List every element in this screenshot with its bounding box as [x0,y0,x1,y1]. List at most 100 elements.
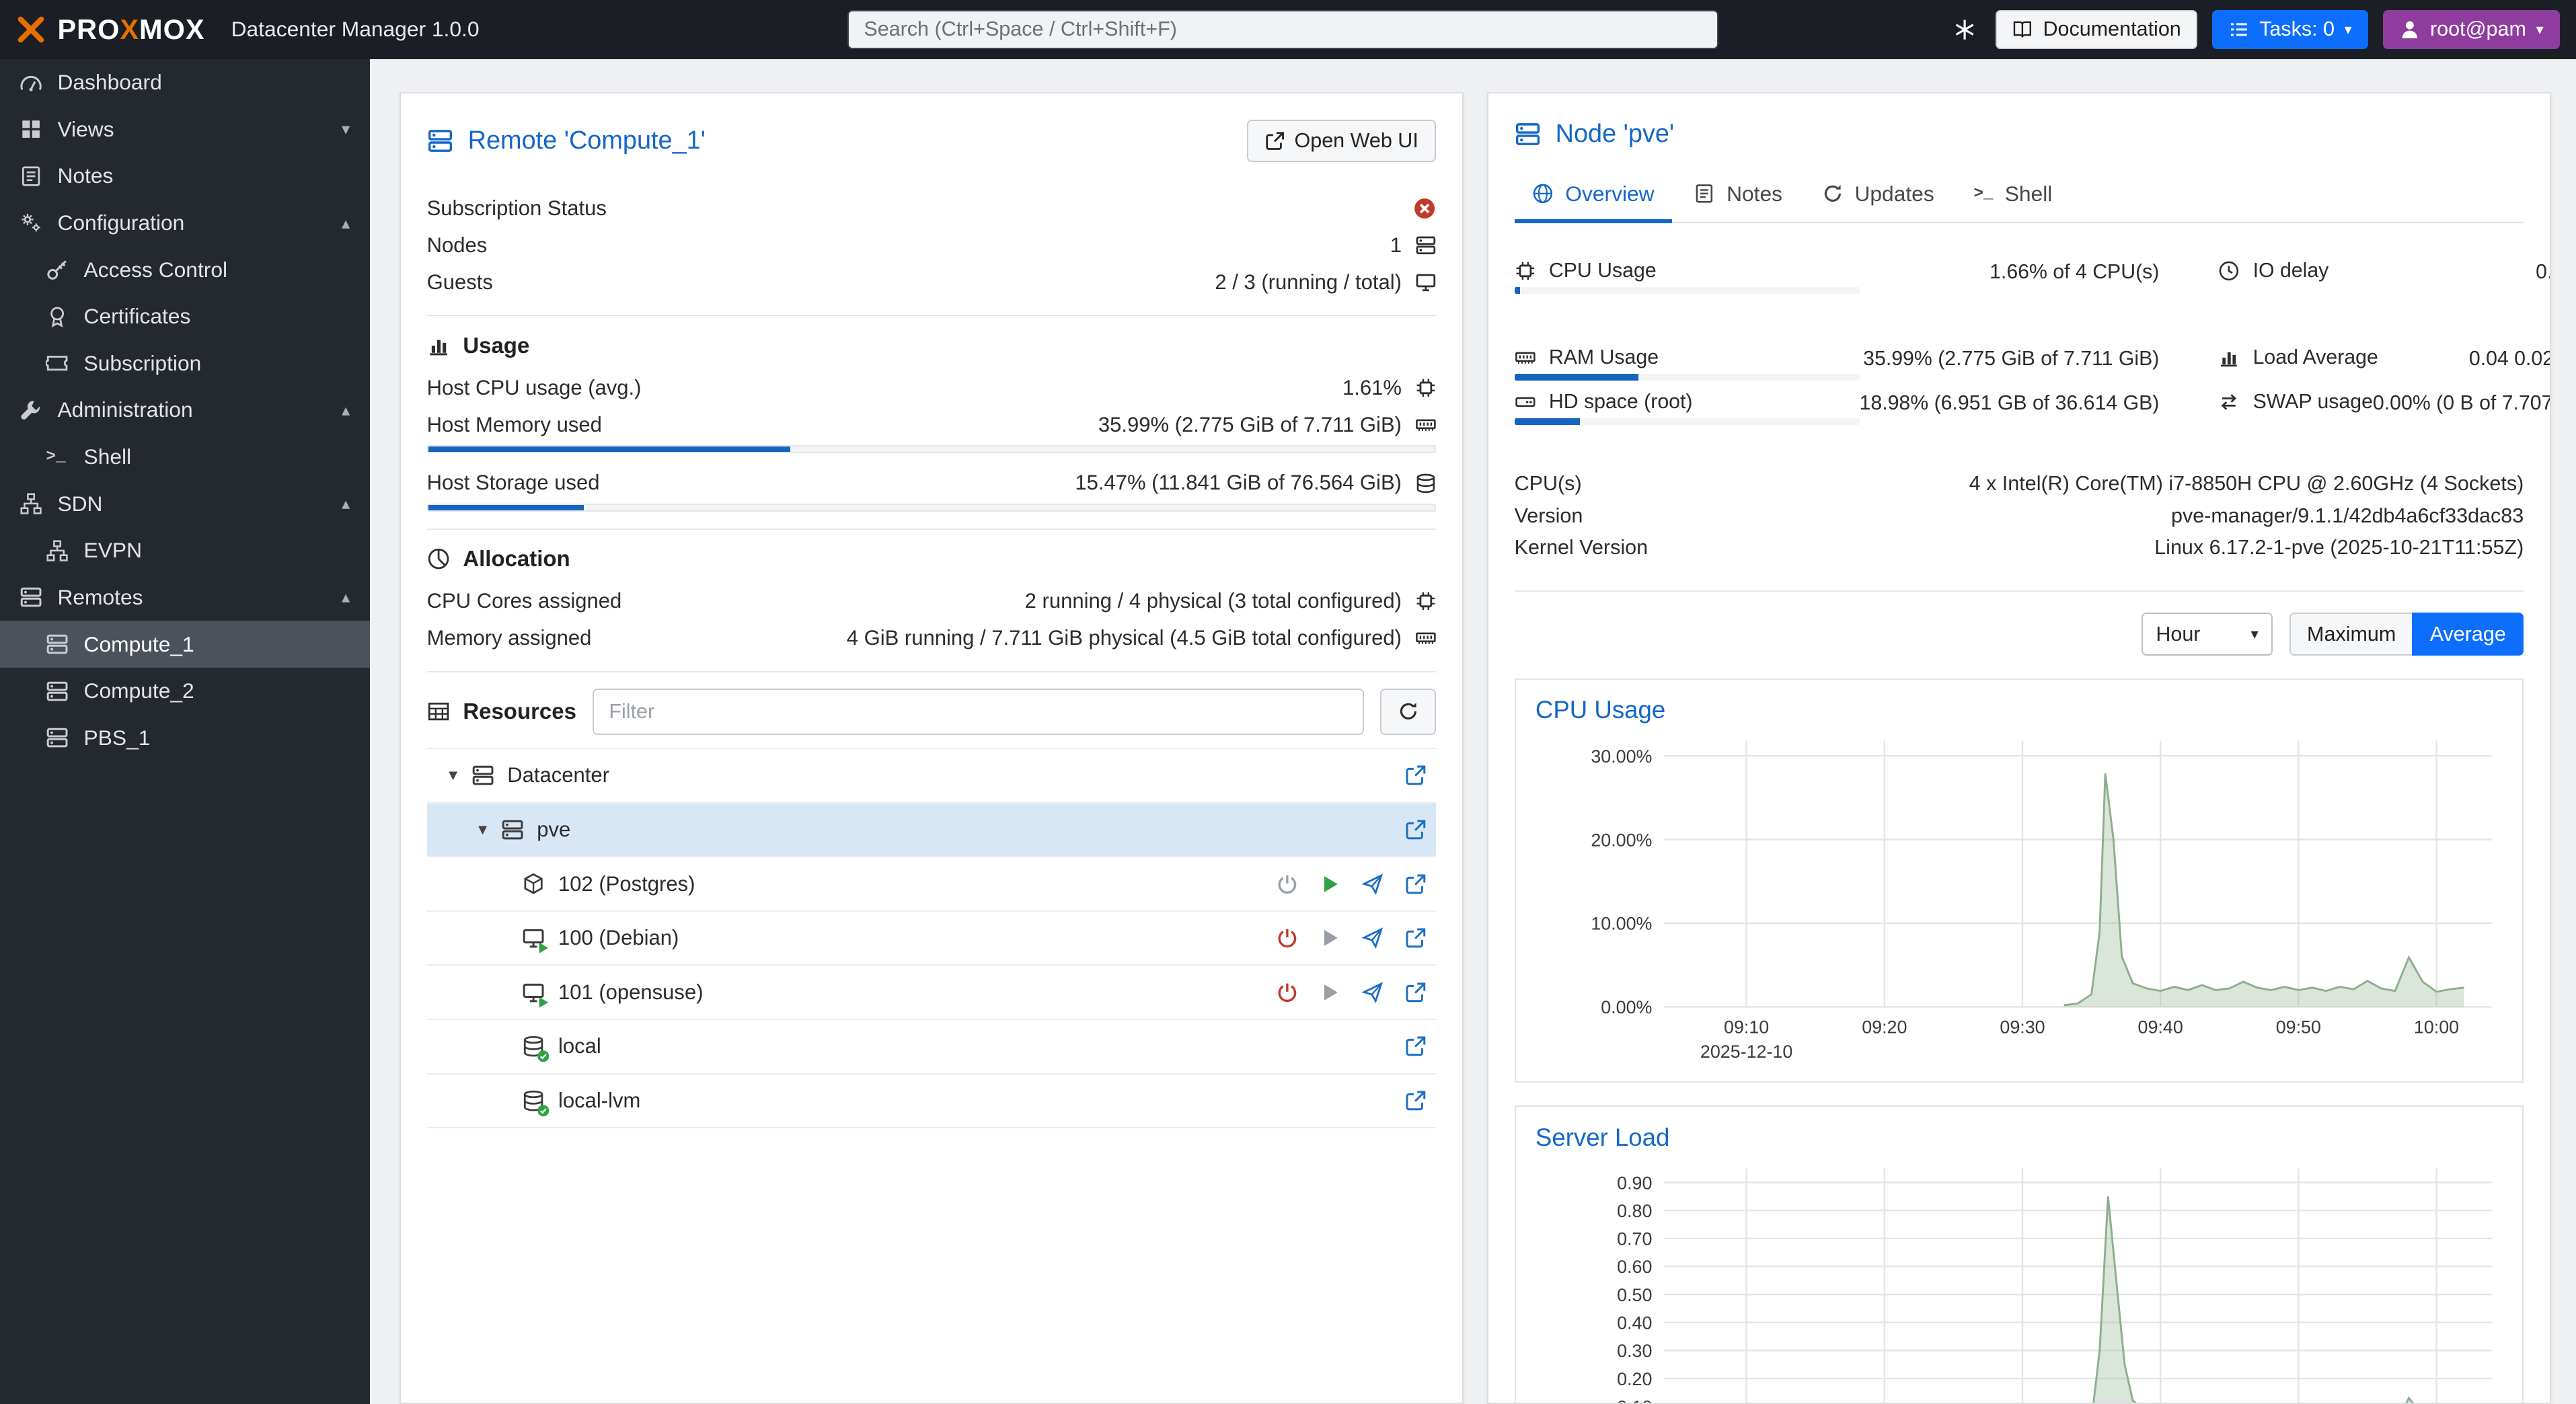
global-search [847,10,1718,50]
sidebar-item-administration[interactable]: Administration ▴ [0,387,370,434]
sidebar-item-remotes[interactable]: Remotes ▴ [0,574,370,621]
external-link-icon[interactable] [1405,765,1427,786]
external-link-icon[interactable] [1405,1036,1427,1057]
external-link-icon [1265,131,1285,151]
open-web-ui-button[interactable]: Open Web UI [1247,120,1436,163]
clock-icon [2218,260,2240,282]
svg-text:0.40: 0.40 [1617,1313,1652,1333]
content-area: Remote 'Compute_1' Open Web UI Subscript… [370,59,2576,1404]
node-panel: Node 'pve' Overview Notes Updates >_ Sh [1487,92,2552,1404]
server-load-chart: 0.000.100.200.300.400.500.600.700.800.90… [1536,1159,2501,1404]
svg-text:10:00: 10:00 [2414,1017,2459,1038]
migrate-icon[interactable] [1362,927,1384,949]
search-input[interactable] [847,10,1718,50]
sidebar-item-subscription[interactable]: Subscription [0,340,370,387]
cpu-icon [1415,377,1437,399]
tree-row-storage-local-lvm[interactable]: local-lvm [427,1075,1437,1129]
sidebar-item-views[interactable]: Views ▾ [0,106,370,153]
svg-text:30.00%: 30.00% [1591,746,1652,767]
sidebar-item-certificates[interactable]: Certificates [0,293,370,340]
hdd-icon [1515,391,1536,413]
expander-icon[interactable]: ▼ [473,821,492,838]
svg-text:09:50: 09:50 [2276,1017,2321,1038]
chevron-up-icon: ▴ [342,213,350,233]
ram-usage-stat: RAM Usage 35.99% (2.775 GiB of 7.711 GiB… [1515,346,2160,391]
resources-tree: ▼ Datacenter ▼ pve 102 (Postgres) [427,748,1437,1128]
shutdown-icon[interactable] [1277,982,1298,1003]
host-storage-row: Host Storage used 15.47% (11.841 GiB of … [427,467,1437,500]
sidebar-item-shell[interactable]: >_ Shell [0,434,370,481]
shutdown-icon[interactable] [1277,873,1298,895]
gears-icon [20,211,42,234]
network-icon [20,492,42,515]
tree-row-pve[interactable]: ▼ pve [427,804,1437,858]
tab-notes[interactable]: Notes [1675,170,1801,224]
tree-row-guest-101[interactable]: 101 (opensuse) [427,966,1437,1020]
sidebar-item-notes[interactable]: Notes [0,153,370,200]
average-button[interactable]: Average [2412,613,2524,656]
external-link-icon[interactable] [1405,1090,1427,1112]
start-icon[interactable] [1320,927,1341,949]
svg-text:0.90: 0.90 [1617,1173,1652,1193]
tab-overview[interactable]: Overview [1515,170,1673,224]
tab-updates[interactable]: Updates [1804,170,1953,224]
tab-shell[interactable]: >_ Shell [1955,170,2070,224]
external-link-icon[interactable] [1405,873,1427,895]
svg-text:09:20: 09:20 [1862,1017,1907,1038]
sidebar-item-access-control[interactable]: Access Control [0,246,370,293]
external-link-icon[interactable] [1405,819,1427,841]
sidebar-item-configuration[interactable]: Configuration ▴ [0,200,370,247]
documentation-button[interactable]: Documentation [1996,10,2197,50]
sidebar-item-sdn[interactable]: SDN ▴ [0,480,370,527]
user-menu-button[interactable]: root@pam ▾ [2383,10,2560,50]
external-link-icon[interactable] [1405,927,1427,949]
node-icon [501,818,524,841]
sidebar-item-pbs-1[interactable]: PBS_1 [0,714,370,761]
app-root: PROXMOX Datacenter Manager 1.0.0 Documen… [0,0,2576,1404]
sidebar-item-evpn[interactable]: EVPN [0,527,370,574]
key-icon [46,258,69,281]
resources-filter-input[interactable] [593,689,1363,734]
container-icon [522,872,545,895]
sidebar-item-compute-2[interactable]: Compute_2 [0,668,370,715]
sidebar-item-dashboard[interactable]: Dashboard [0,59,370,106]
server-icon [46,633,69,656]
ok-badge-icon [537,1104,550,1118]
resources-heading: Resources [427,699,576,724]
chevron-down-icon: ▾ [2251,627,2259,641]
proxmox-logo[interactable]: PROXMOX [16,13,204,46]
ram-usage-progress [1515,374,1860,381]
tree-row-datacenter[interactable]: ▼ Datacenter [427,749,1437,804]
server-icon [1515,121,1541,147]
tree-row-guest-102[interactable]: 102 (Postgres) [427,857,1437,912]
bar-chart-icon [2218,347,2240,368]
tasks-button[interactable]: Tasks: 0 ▾ [2212,10,2368,50]
memory-icon [1415,414,1437,436]
start-icon[interactable] [1320,873,1341,895]
expander-icon[interactable]: ▼ [443,767,463,784]
migrate-icon[interactable] [1362,873,1384,895]
maximum-button[interactable]: Maximum [2289,613,2414,656]
sidebar-item-compute-1[interactable]: Compute_1 [0,621,370,668]
cpu-cores-assigned-row: CPU Cores assigned 2 running / 4 physica… [427,585,1437,618]
asterisk-icon[interactable] [1953,18,1976,41]
wrench-icon [20,399,42,422]
io-delay-stat: IO delay 0.00 % [2218,260,2551,304]
host-storage-progress [427,504,1437,512]
book-icon [2012,19,2033,40]
external-link-icon[interactable] [1405,982,1427,1003]
shutdown-icon[interactable] [1277,927,1298,949]
cpu-usage-progress [1515,287,1860,294]
migrate-icon[interactable] [1362,982,1384,1003]
refresh-button[interactable] [1380,689,1436,734]
timeframe-select[interactable]: Hour ▾ [2142,613,2273,656]
start-icon[interactable] [1320,982,1341,1003]
version-row: Version pve-manager/9.1.1/42db4a6cf33dac… [1515,500,2524,532]
tree-row-storage-local[interactable]: local [427,1020,1437,1075]
pie-chart-icon [427,547,450,570]
svg-text:09:40: 09:40 [2137,1017,2183,1038]
tree-row-guest-100[interactable]: 100 (Debian) [427,912,1437,966]
ok-badge-icon [537,1050,550,1063]
chevron-up-icon: ▴ [342,587,350,607]
server-load-chart-title: Server Load [1536,1124,2503,1152]
